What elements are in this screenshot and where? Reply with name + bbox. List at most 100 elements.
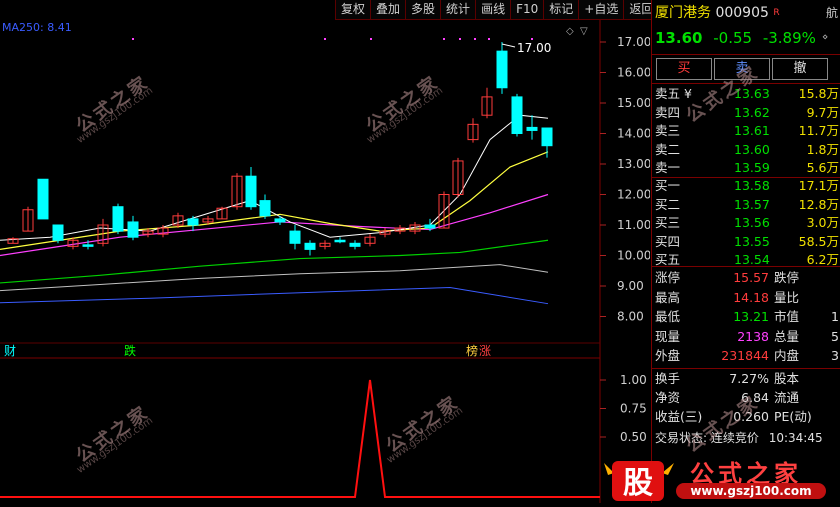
event-marker: 涨 <box>479 343 491 358</box>
price-tick-label: 9.00 <box>617 279 644 293</box>
stat-label: 流通 <box>774 390 800 405</box>
candle-body <box>274 218 286 223</box>
level-label: 卖二 <box>655 141 681 157</box>
price-tick-label: 12.00 <box>617 188 650 202</box>
event-marker: 跌 <box>124 343 136 358</box>
level-price: 13.59 <box>734 160 770 175</box>
signal-dot <box>132 38 134 40</box>
stat-label: 最低 <box>655 309 681 324</box>
candle-body <box>289 230 301 244</box>
stat-row: 最高 14.18 量比 <box>652 288 840 308</box>
price-tick-label: 13.00 <box>617 157 650 171</box>
signal-dot <box>324 38 326 40</box>
level-volume: 5.6万 <box>806 160 839 175</box>
event-marker: 榜 <box>466 343 478 358</box>
stat-value: 15.57 <box>733 270 769 285</box>
trade-status-time: 10:34:45 <box>768 431 823 445</box>
ask-row[interactable]: 卖一 13.59 5.6万 <box>652 158 840 178</box>
signal-dot <box>459 38 461 40</box>
stat-row: 现量 2138 总量 5 <box>652 327 840 347</box>
candle-body <box>187 218 199 226</box>
stock-price-row: 13.60 -0.55 -3.89% <box>655 28 816 48</box>
stat-value: 1 <box>831 309 839 324</box>
stat-value: 2138 <box>737 328 769 344</box>
bid-row[interactable]: 买四 13.55 58.5万 <box>652 232 840 252</box>
stock-header: 厦门港务 000905 R <box>655 3 780 23</box>
level-label: 买五 <box>655 252 681 267</box>
bid-row[interactable]: 买五 13.54 6.2万 <box>652 250 840 270</box>
level-label: 卖四 <box>655 104 681 120</box>
buy-button[interactable]: 买 <box>656 58 712 80</box>
price-tick-label: 15.00 <box>617 96 650 110</box>
level-price: 13.56 <box>734 215 770 230</box>
candle-body <box>304 242 316 250</box>
level-price: 13.60 <box>734 141 770 157</box>
level-label: 卖一 <box>655 160 681 175</box>
level-price: 13.55 <box>734 233 770 249</box>
candle-body <box>541 127 553 147</box>
stock-code: 000905 <box>715 5 769 21</box>
price-tick-label: 11.00 <box>617 218 650 232</box>
candle-body <box>112 206 124 232</box>
toolbar-add-watchlist-button[interactable]: +自选 <box>578 0 624 20</box>
level-label: 买一 <box>655 178 681 193</box>
peak-price-label: 17.00 <box>517 41 551 55</box>
level-volume: 15.8万 <box>798 86 839 101</box>
level-price: 13.62 <box>734 104 770 120</box>
candle-body <box>82 244 94 247</box>
level-label: 买二 <box>655 196 681 212</box>
ma60-line <box>0 239 549 284</box>
level-price: 13.57 <box>734 196 770 212</box>
ask-row[interactable]: 卖二 13.60 1.8万 <box>652 140 840 160</box>
stat-value: 5 <box>831 328 839 344</box>
bid-row[interactable]: 买三 13.56 3.0万 <box>652 213 840 233</box>
bid-row[interactable]: 买二 13.57 12.8万 <box>652 195 840 215</box>
level-volume: 3.0万 <box>806 215 839 230</box>
candle-body <box>334 239 346 243</box>
ma120-line <box>0 264 549 292</box>
indicator-tick-label: 0.50 <box>620 430 647 444</box>
stat-label: 内盘 <box>774 348 800 363</box>
ma250-line <box>0 287 549 305</box>
candle-body <box>37 178 49 220</box>
gear-icon[interactable]: ⋄ <box>822 28 828 48</box>
toolbar-stats-button[interactable]: 统计 <box>440 0 476 20</box>
stat-value: 14.18 <box>733 289 769 305</box>
indicator-tick-label: 1.00 <box>620 373 647 387</box>
stat-row: 换手 7.27% 股本 <box>652 369 840 389</box>
candle-body <box>349 242 361 247</box>
bid-row[interactable]: 买一 13.58 17.1万 <box>652 176 840 196</box>
level-volume: 9.7万 <box>806 104 839 120</box>
stat-label: 净资 <box>655 390 681 405</box>
candle-body <box>259 200 271 217</box>
price-tick-label: 16.00 <box>617 66 650 80</box>
stock-side-label: 航 <box>826 6 839 20</box>
signal-dot <box>443 38 445 40</box>
level-volume: 58.5万 <box>798 233 839 249</box>
level-label: 买三 <box>655 215 681 230</box>
close-icon: ▽ <box>580 26 588 37</box>
toolbar-overlay-button[interactable]: 叠加 <box>370 0 406 20</box>
stat-row: 外盘 231844 内盘 3 <box>652 346 840 366</box>
price-tick-label: 17.00 <box>617 35 650 49</box>
ask-row[interactable]: 卖三 13.61 11.7万 <box>652 121 840 141</box>
toolbar-multi-stock-button[interactable]: 多股 <box>405 0 441 20</box>
stat-label: 股本 <box>774 371 800 386</box>
toolbar-f10-button[interactable]: F10 <box>510 0 544 20</box>
toolbar-mark-button[interactable]: 标记 <box>543 0 579 20</box>
toolbar-fuquan-button[interactable]: 复权 <box>335 0 371 20</box>
level-volume: 17.1万 <box>798 178 839 193</box>
indicator-tick-label: 0.75 <box>620 402 647 416</box>
stat-value: 13.21 <box>733 309 769 324</box>
level-price: 13.54 <box>734 252 770 267</box>
divider <box>652 266 840 267</box>
toolbar-draw-line-button[interactable]: 画线 <box>475 0 511 20</box>
divider <box>652 54 840 55</box>
level-volume: 1.8万 <box>806 141 839 157</box>
cancel-order-button[interactable]: 撤 <box>772 58 828 80</box>
level-price: 13.61 <box>734 123 770 138</box>
settings-icon: ◇ <box>566 26 574 37</box>
signal-dot <box>531 38 533 40</box>
price-tick-label: 10.00 <box>617 249 650 263</box>
stat-value: 231844 <box>721 348 769 363</box>
